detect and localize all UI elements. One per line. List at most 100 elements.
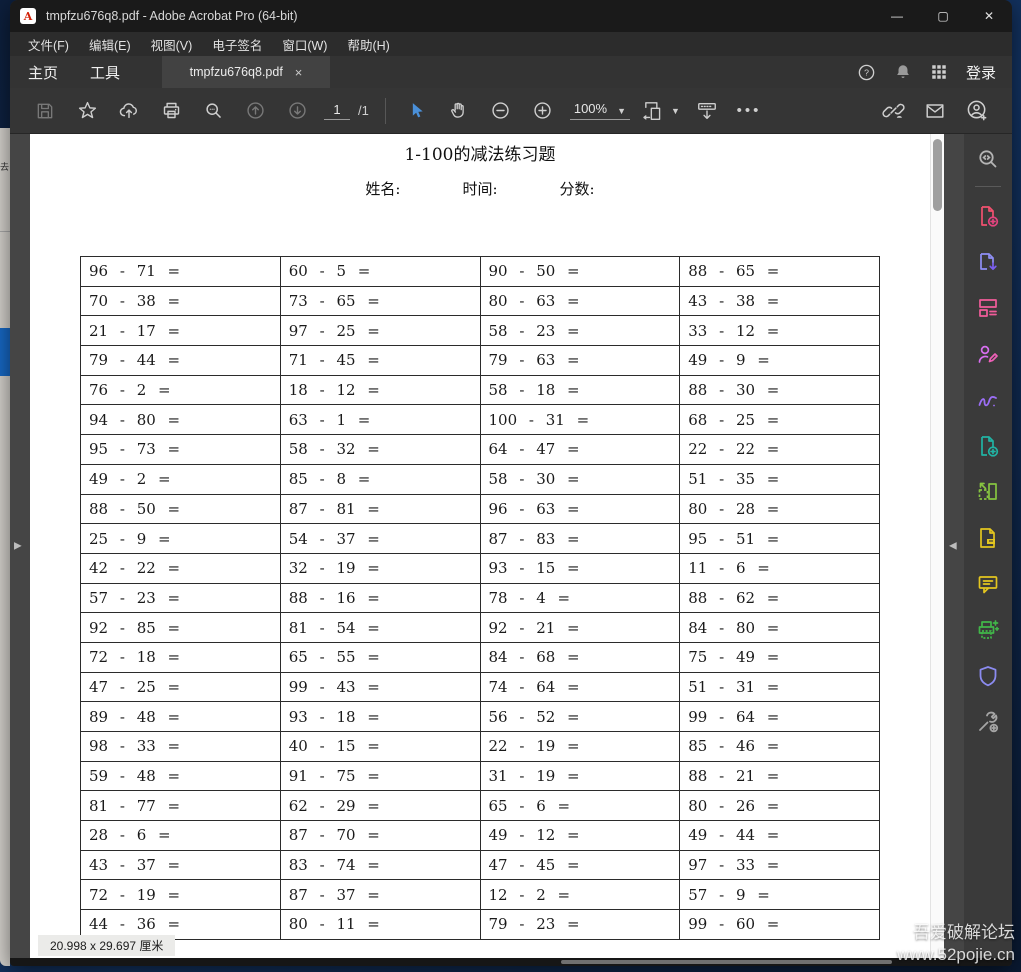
problem-cell: 99 - 60 = (679, 909, 880, 940)
content-area: ▶ 1-100的减法练习题 姓名: 时间: 分数: 96 - 71 = 60 - … (10, 134, 1012, 958)
problem-row: 95 - 73 = 58 - 32 = 64 - 47 = 22 - 22 = (80, 434, 880, 465)
select-tool-icon[interactable] (396, 93, 438, 129)
problem-cell: 79 - 63 = (479, 345, 681, 376)
problem-cell: 25 - 9 = (80, 523, 281, 554)
problem-cell: 90 - 50 = (479, 256, 681, 287)
problem-cell: 80 - 63 = (479, 285, 681, 317)
page-notes-icon[interactable] (975, 525, 1001, 551)
problem-cell: 58 - 18 = (479, 374, 681, 406)
protect-icon[interactable] (975, 663, 1001, 689)
share-link-icon[interactable] (872, 93, 914, 129)
field-name: 姓名: (365, 180, 401, 198)
problem-row: 72 - 18 = 65 - 55 = 84 - 68 = 75 - 49 = (80, 641, 880, 673)
fill-sign-icon[interactable] (975, 387, 1001, 413)
search-tools-icon[interactable] (975, 146, 1001, 172)
problem-cell: 99 - 43 = (279, 671, 481, 703)
problem-cell: 93 - 18 = (279, 701, 481, 732)
tab-tools[interactable]: 工具 (76, 62, 134, 83)
problem-cell: 43 - 38 = (679, 285, 880, 317)
problem-cell: 80 - 11 = (279, 909, 481, 940)
search-icon[interactable] (192, 93, 234, 129)
window-title: tmpfzu676q8.pdf - Adobe Acrobat Pro (64-… (46, 9, 298, 23)
close-button[interactable]: ✕ (966, 0, 1012, 32)
notifications-bell-icon[interactable] (894, 63, 912, 81)
problem-cell: 75 - 49 = (679, 641, 880, 673)
sign-in-button[interactable]: 登录 (966, 62, 996, 83)
save-icon[interactable] (24, 93, 66, 129)
expand-left-panel-icon[interactable]: ▶ (14, 541, 22, 552)
menu-window[interactable]: 窗口(W) (272, 32, 337, 57)
email-icon[interactable] (914, 93, 956, 129)
cloud-upload-icon[interactable] (108, 93, 150, 129)
zoom-level-dropdown[interactable]: 100% ▼ (569, 101, 631, 120)
next-page-icon[interactable] (276, 93, 318, 129)
combine-files-icon[interactable] (975, 433, 1001, 459)
minimize-button[interactable]: — (874, 0, 920, 32)
svg-text:?: ? (864, 67, 869, 77)
request-signatures-icon[interactable] (975, 341, 1001, 367)
problem-cell: 88 - 62 = (679, 582, 880, 614)
zoom-level-value: 100% (573, 101, 608, 116)
more-tools-sidebar-icon[interactable] (975, 709, 1001, 735)
maximize-button[interactable]: ▢ (920, 0, 966, 32)
background-window-sliver: 去 (0, 128, 10, 966)
problem-cell: 93 - 15 = (479, 552, 681, 584)
comment-icon[interactable] (975, 571, 1001, 597)
print-icon[interactable] (150, 93, 192, 129)
apps-grid-icon[interactable] (930, 63, 948, 81)
add-user-icon[interactable] (956, 93, 998, 129)
star-favorite-icon[interactable] (66, 93, 108, 129)
problem-cell: 11 - 6 = (679, 552, 880, 584)
menu-help[interactable]: 帮助(H) (337, 32, 399, 57)
problem-row: 28 - 6 = 87 - 70 = 49 - 12 = 49 - 44 = (80, 820, 880, 851)
previous-page-icon[interactable] (234, 93, 276, 129)
document-view[interactable]: 1-100的减法练习题 姓名: 时间: 分数: 96 - 71 = 60 - 5 … (30, 134, 930, 958)
problem-cell: 12 - 2 = (479, 879, 681, 911)
problem-cell: 100 - 31 = (479, 404, 681, 436)
menu-view[interactable]: 视图(V) (141, 32, 203, 57)
problem-cell: 32 - 19 = (279, 552, 481, 584)
problem-cell: 87 - 83 = (479, 523, 681, 554)
create-pdf-icon[interactable] (975, 203, 1001, 229)
menu-file[interactable]: 文件(F) (18, 32, 79, 57)
problem-cell: 92 - 21 = (479, 612, 681, 643)
menu-edit[interactable]: 编辑(E) (79, 32, 141, 57)
background-window-selected-item (0, 328, 10, 376)
problem-cell: 72 - 19 = (80, 879, 281, 911)
expand-right-panel-icon[interactable]: ◀ (949, 541, 957, 552)
more-tools-icon[interactable]: ••• (728, 93, 770, 129)
problem-cell: 97 - 25 = (279, 315, 481, 347)
problem-cell: 87 - 81 = (279, 493, 481, 525)
hand-tool-icon[interactable] (438, 93, 480, 129)
problem-cell: 71 - 45 = (279, 345, 481, 376)
export-pdf-icon[interactable] (975, 249, 1001, 275)
vertical-scrollbar-thumb[interactable] (933, 139, 942, 211)
edit-pdf-icon[interactable] (975, 295, 1001, 321)
horizontal-scrollbar[interactable] (10, 958, 1012, 966)
menu-esign[interactable]: 电子签名 (202, 32, 272, 57)
vertical-scrollbar[interactable] (930, 134, 944, 958)
tab-home[interactable]: 主页 (14, 62, 72, 83)
problem-row: 47 - 25 = 99 - 43 = 74 - 64 = 51 - 31 = (80, 671, 880, 703)
tab-document[interactable]: tmpfzu676q8.pdf × (162, 56, 331, 88)
page-number-input[interactable]: 1 (324, 102, 350, 120)
reading-mode-icon[interactable] (686, 93, 728, 129)
horizontal-scrollbar-thumb[interactable] (561, 960, 892, 964)
problem-cell: 94 - 80 = (80, 404, 281, 436)
organize-pages-icon[interactable] (975, 479, 1001, 505)
problem-cell: 58 - 32 = (279, 434, 481, 465)
problem-cell: 33 - 12 = (679, 315, 880, 347)
close-tab-icon[interactable]: × (295, 65, 303, 80)
fit-width-icon[interactable]: ▼ (636, 93, 686, 129)
problem-cell: 78 - 4 = (479, 582, 681, 614)
problem-cell: 95 - 73 = (80, 434, 281, 465)
help-icon[interactable]: ? (857, 63, 876, 82)
problem-cell: 42 - 22 = (80, 552, 281, 584)
toolbar-divider (384, 97, 386, 124)
scan-ocr-icon[interactable] (975, 617, 1001, 643)
problem-row: 72 - 19 = 87 - 37 = 12 - 2 = 57 - 9 = (80, 879, 880, 911)
zoom-out-icon[interactable] (480, 93, 522, 129)
zoom-in-icon[interactable] (522, 93, 564, 129)
problem-row: 57 - 23 = 88 - 16 = 78 - 4 = 88 - 62 = (80, 582, 880, 614)
problem-cell: 51 - 35 = (679, 463, 880, 495)
